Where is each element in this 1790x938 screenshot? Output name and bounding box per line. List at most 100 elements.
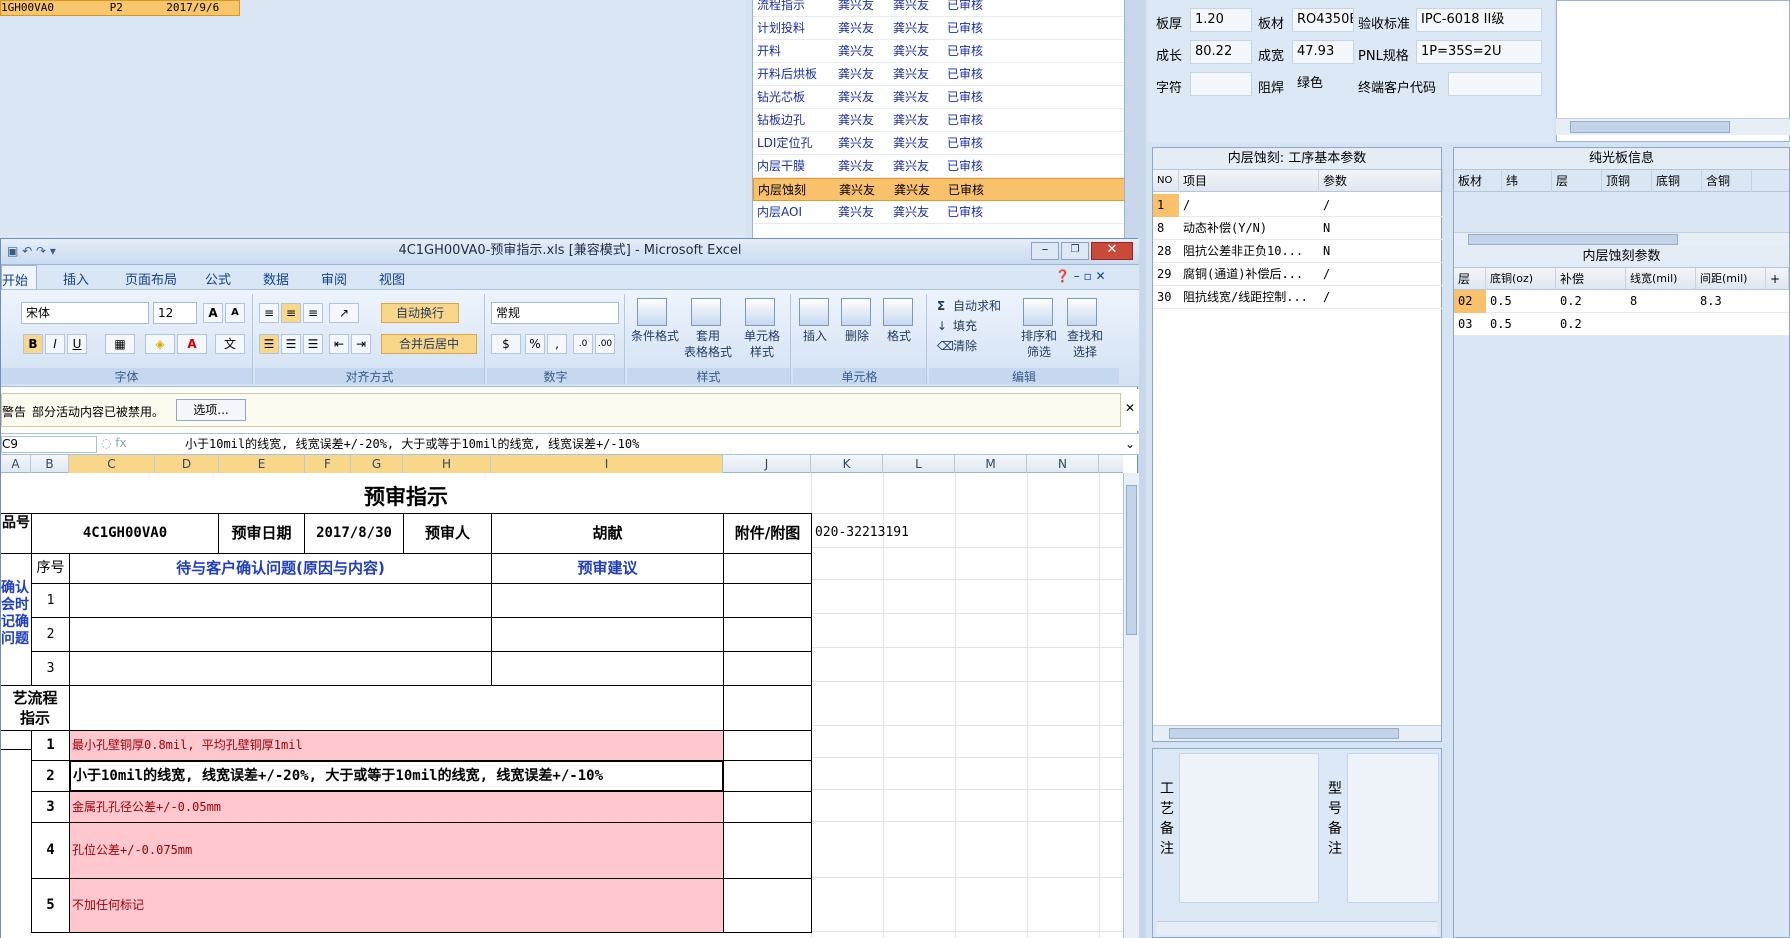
font-size-select[interactable]: 12: [153, 302, 197, 324]
blank-cell[interactable]: [723, 791, 812, 823]
col-param[interactable]: 参数: [1319, 170, 1443, 192]
expand-formula-icon[interactable]: ⌄: [1125, 437, 1135, 451]
worksheet[interactable]: 预审指示 品号 4C1GH00VA0 预审日期 2017/8/30 预审人 胡献…: [1, 473, 1123, 938]
align-middle-icon[interactable]: ≡: [281, 303, 301, 323]
blank-cell[interactable]: [723, 553, 812, 584]
column-header-i[interactable]: I: [491, 455, 723, 473]
quick-access-toolbar[interactable]: ▣ ↶ ↷ ▾: [7, 239, 56, 263]
horizontal-scrollbar[interactable]: [1153, 725, 1441, 741]
tab-insert[interactable]: 插入: [63, 269, 89, 288]
help-icon[interactable]: ❓ – ▫ ✕: [1055, 269, 1106, 283]
format-cells-icon[interactable]: [883, 298, 913, 326]
instruction-no[interactable]: 1: [31, 730, 70, 761]
suggest-cell[interactable]: [491, 617, 724, 652]
process-row[interactable]: LDI定位孔 龚兴友 龚兴友 已审核: [753, 132, 1125, 155]
instruction-text-active[interactable]: 小于10mil的线宽, 线宽误差+/-20%, 大于或等于10mil的线宽, 线…: [69, 760, 724, 792]
name-box[interactable]: C9: [1, 436, 97, 453]
column-header-f[interactable]: F: [305, 455, 351, 473]
table-row[interactable]: 03 0.5 0.2: [1454, 313, 1789, 336]
decrease-decimal-icon[interactable]: .00: [595, 334, 615, 354]
material-field[interactable]: RO4350E: [1292, 8, 1354, 32]
horizontal-scrollbar[interactable]: [1454, 232, 1789, 246]
col-item[interactable]: 项目: [1179, 170, 1319, 192]
process-row[interactable]: 计划投料 龚兴友 龚兴友 已审核: [753, 17, 1125, 40]
sort-filter-icon[interactable]: [1023, 298, 1053, 326]
suggest-cell[interactable]: [491, 651, 724, 686]
char-field[interactable]: [1190, 72, 1252, 96]
blank-cell[interactable]: [723, 583, 812, 618]
process-row[interactable]: 开料 龚兴友 龚兴友 已审核: [753, 40, 1125, 63]
col-no[interactable]: NO: [1153, 170, 1179, 192]
scroll-thumb[interactable]: [1169, 728, 1399, 739]
col-layer[interactable]: 层: [1552, 170, 1602, 192]
model-remark-field[interactable]: [1347, 753, 1439, 903]
instruction-text[interactable]: 金属孔孔径公差+/-0.05mm: [69, 791, 724, 823]
bold-icon[interactable]: B: [23, 334, 43, 354]
wrap-text-button[interactable]: 自动换行: [381, 303, 459, 323]
insert-button[interactable]: 插入: [795, 328, 835, 344]
find-select-icon[interactable]: [1067, 298, 1097, 326]
question-no[interactable]: 1: [31, 583, 70, 618]
tab-review[interactable]: 审阅: [321, 269, 347, 288]
font-color-icon[interactable]: A: [177, 334, 207, 354]
column-header-l[interactable]: L: [883, 455, 955, 473]
col-spacing[interactable]: 间距(mil): [1696, 268, 1766, 290]
instruction-no[interactable]: 3: [31, 791, 70, 823]
instruction-text[interactable]: 孔位公差+/-0.075mm: [69, 822, 724, 879]
number-format-select[interactable]: 常规: [491, 302, 619, 324]
tab-data[interactable]: 数据: [263, 269, 289, 288]
scroll-thumb[interactable]: [1126, 485, 1137, 635]
process-row[interactable]: 开料后烘板 龚兴友 龚兴友 已审核: [753, 63, 1125, 86]
orientation-icon[interactable]: ↗: [329, 303, 359, 323]
minimize-icon[interactable]: –: [1031, 242, 1059, 260]
process-row-selected[interactable]: 内层蚀刻 龚兴友 龚兴友 已审核: [753, 178, 1125, 201]
cell-style-button[interactable]: 单元格 样式: [735, 328, 789, 360]
table-row[interactable]: 02 0.5 0.2 8 8.3: [1454, 290, 1789, 313]
tab-page-layout[interactable]: 页面布局: [125, 269, 177, 288]
align-center-icon[interactable]: ☰: [281, 334, 301, 354]
horizontal-scrollbar[interactable]: [1157, 921, 1437, 935]
delete-cells-icon[interactable]: [841, 298, 871, 326]
table-row[interactable]: 8 动态补偿(Y/N) N: [1153, 217, 1443, 240]
suggest-cell[interactable]: [491, 583, 724, 618]
align-bottom-icon[interactable]: ≡: [303, 303, 323, 323]
column-header-h[interactable]: H: [403, 455, 491, 473]
increase-decimal-icon[interactable]: .0: [573, 334, 593, 354]
table-row[interactable]: 29 腐铜(通道)补偿后... /: [1153, 263, 1443, 286]
blank-cell[interactable]: [723, 760, 812, 792]
process-row[interactable]: 钻板边孔 龚兴友 龚兴友 已审核: [753, 109, 1125, 132]
instruction-text[interactable]: 不加任何标记: [69, 878, 724, 933]
shrink-font-icon[interactable]: A: [225, 303, 245, 323]
col-contains-copper[interactable]: 含铜: [1702, 170, 1752, 192]
conditional-format-button[interactable]: 条件格式: [627, 328, 683, 344]
question-no[interactable]: 3: [31, 651, 70, 686]
close-warning-icon[interactable]: ✕: [1125, 401, 1135, 415]
col-weft[interactable]: 纬: [1502, 170, 1552, 192]
options-button[interactable]: 选项...: [176, 399, 246, 421]
instruction-no[interactable]: 5: [31, 878, 70, 933]
col-top-copper[interactable]: 顶铜: [1602, 170, 1652, 192]
function-icon[interactable]: ◌ fx: [101, 436, 127, 450]
sigma-icon[interactable]: Σ: [937, 298, 945, 314]
horizontal-scrollbar[interactable]: [1556, 118, 1790, 135]
width-field[interactable]: 47.93: [1292, 40, 1354, 64]
scroll-thumb[interactable]: [1570, 121, 1730, 133]
table-row[interactable]: 28 阻抗公差非正负10... N: [1153, 240, 1443, 263]
pnl-field[interactable]: 1P=35S=2U: [1416, 40, 1542, 64]
question-cell[interactable]: [69, 651, 492, 686]
column-header-n[interactable]: N: [1027, 455, 1099, 473]
sort-filter-button[interactable]: 排序和 筛选: [1015, 328, 1063, 360]
col-bottom-copper[interactable]: 底铜: [1652, 170, 1702, 192]
process-remark-field[interactable]: [1179, 753, 1319, 903]
process-row[interactable]: 流程指示 龚兴友 龚兴友 已审核: [753, 0, 1125, 17]
column-header-d[interactable]: D: [155, 455, 219, 473]
table-row[interactable]: 1//: [1153, 194, 1443, 217]
blank-cell[interactable]: [723, 685, 812, 731]
scroll-thumb[interactable]: [1468, 234, 1678, 245]
fill-button[interactable]: 填充: [953, 318, 977, 334]
blank-cell[interactable]: [723, 878, 812, 933]
phonetic-icon[interactable]: 文: [215, 334, 245, 354]
percent-icon[interactable]: %: [525, 334, 545, 354]
delete-button[interactable]: 删除: [837, 328, 877, 344]
autosum-button[interactable]: 自动求和: [953, 298, 1001, 314]
